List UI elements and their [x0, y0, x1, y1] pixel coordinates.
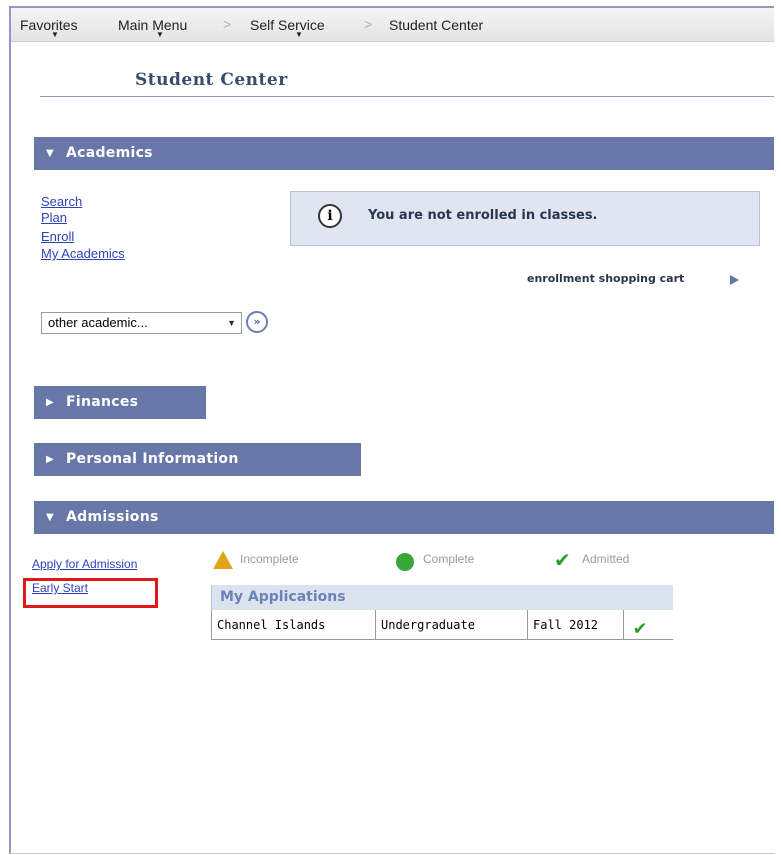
breadcrumb-separator-icon: >	[223, 16, 232, 32]
complete-icon	[396, 553, 414, 571]
finances-header-label: Finances	[66, 394, 139, 410]
my-academics-link[interactable]: My Academics	[41, 246, 125, 261]
favorites-dropdown-icon[interactable]: ▼	[51, 30, 59, 39]
other-academic-select-value: other academic...	[48, 315, 148, 330]
campus-cell: Channel Islands	[211, 610, 375, 640]
collapse-triangle-icon: ▼	[46, 148, 54, 159]
personal-information-header-label: Personal Information	[66, 451, 239, 467]
academics-section-header[interactable]: ▼ Academics	[34, 137, 774, 170]
status-cell: ✔	[623, 610, 673, 640]
academics-header-label: Academics	[66, 145, 153, 161]
chevron-down-icon: ▼	[227, 318, 236, 328]
main-menu-dropdown-icon[interactable]: ▼	[156, 30, 164, 39]
top-navigation: Favorites ▼ Main Menu ▼ > Self Service ▼…	[11, 8, 774, 42]
term-cell: Fall 2012	[527, 610, 623, 640]
expand-triangle-icon: ▶	[46, 397, 54, 408]
check-icon: ✔	[634, 615, 647, 639]
arrow-right-icon[interactable]	[730, 275, 739, 285]
expand-triangle-icon: ▶	[46, 454, 54, 465]
search-link[interactable]: Search	[41, 194, 82, 209]
self-service-dropdown-icon[interactable]: ▼	[295, 30, 303, 39]
nav-student-center[interactable]: Student Center	[389, 17, 483, 33]
enrollment-shopping-cart-link[interactable]: enrollment shopping cart	[527, 272, 684, 285]
level-cell: Undergraduate	[375, 610, 527, 640]
personal-information-section-header[interactable]: ▶ Personal Information	[34, 443, 361, 476]
enrollment-notice-text: You are not enrolled in classes.	[368, 208, 598, 223]
go-button[interactable]: »	[246, 311, 268, 333]
legend-incomplete: Incomplete	[240, 552, 299, 566]
check-icon: ✔	[554, 548, 571, 572]
collapse-triangle-icon: ▼	[46, 512, 54, 523]
table-row: Channel Islands Undergraduate Fall 2012 …	[211, 610, 673, 640]
legend-admitted: Admitted	[582, 552, 630, 566]
title-divider	[40, 96, 774, 97]
nav-main-menu[interactable]: Main Menu	[118, 17, 187, 33]
other-academic-select[interactable]: other academic... ▼	[41, 312, 242, 334]
my-applications-header: My Applications	[211, 585, 673, 610]
nav-self-service[interactable]: Self Service	[250, 17, 325, 33]
early-start-highlight	[23, 578, 158, 608]
enrollment-notice: i You are not enrolled in classes.	[290, 191, 760, 246]
breadcrumb-separator-icon: >	[364, 16, 373, 32]
info-icon: i	[318, 204, 342, 228]
admissions-header-label: Admissions	[66, 509, 159, 525]
warning-icon	[213, 551, 233, 569]
apply-for-admission-link[interactable]: Apply for Admission	[32, 557, 137, 571]
nav-favorites[interactable]: Favorites	[20, 17, 78, 33]
legend-complete: Complete	[423, 552, 475, 566]
plan-link[interactable]: Plan	[41, 210, 67, 225]
content-frame	[9, 6, 774, 854]
finances-section-header[interactable]: ▶ Finances	[34, 386, 206, 419]
page-title: Student Center	[135, 70, 288, 90]
enroll-link[interactable]: Enroll	[41, 229, 74, 244]
admissions-section-header[interactable]: ▼ Admissions	[34, 501, 774, 534]
